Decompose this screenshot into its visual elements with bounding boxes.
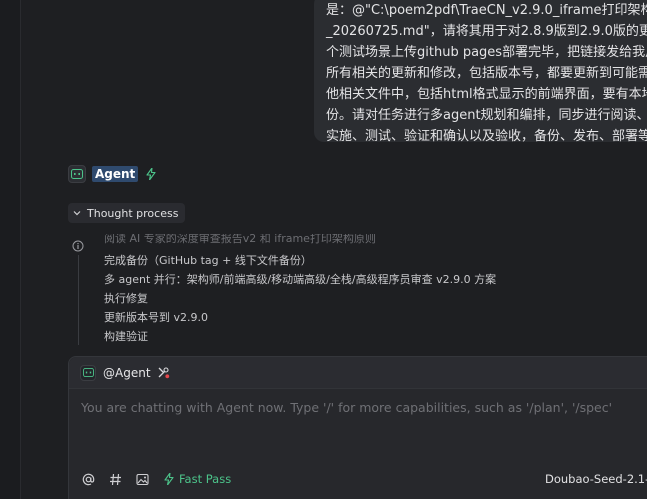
info-circle-icon: [72, 237, 84, 252]
robot-face-icon: [80, 364, 96, 381]
robot-face-icon: [68, 165, 86, 183]
user-message-line: 实施、测试、验证和确认以及验收，备份、发布、部署等完整: [326, 129, 647, 142]
thought-step: 多 agent 并行：架构师/前端高级/移动端高级/全栈/高级程序员审查 v2.…: [104, 273, 497, 286]
at-sign-icon[interactable]: [81, 472, 95, 486]
user-message-line: 份。请对任务进行多agent规划和编排，同步进行阅读、分析: [326, 108, 647, 123]
thought-step: 执行修复: [104, 292, 148, 305]
thought-step: 完成备份（GitHub tag + 线下文件备份）: [104, 254, 312, 267]
agent-header: Agent: [68, 164, 156, 184]
user-message-line: 他相关文件中，包括html格式显示的前端界面，要有本地的版: [326, 87, 647, 102]
thought-timeline-line: [78, 255, 79, 345]
lightning-icon: [164, 473, 174, 485]
chat-input-box[interactable]: @Agent You are chatting with Agent now. …: [68, 356, 647, 499]
image-icon[interactable]: [135, 472, 149, 486]
agent-name[interactable]: Agent: [92, 166, 139, 182]
user-message-line: 是：@"C:\poem2pdf\TraeCN_v2.9.0_iframe打印架构…: [326, 3, 647, 18]
user-message-line: 个测试场景上传github pages部署完毕，把链接发给我用于验: [326, 45, 647, 60]
thought-process-label: Thought process: [87, 206, 179, 220]
fast-pass-label: Fast Pass: [179, 472, 232, 486]
user-message-line: 所有相关的更新和修改，包括版本号，都要更新到可能需要更: [326, 66, 647, 81]
user-message-bubble: 是：@"C:\poem2pdf\TraeCN_v2.9.0_iframe打印架构…: [314, 0, 647, 142]
user-message-line: _20260725.md"，请将其用于对2.8.9版到2.9.0版的更新；修复: [326, 24, 647, 39]
left-rail: [0, 0, 21, 499]
thought-step: 更新版本号到 v2.9.0: [104, 311, 208, 324]
tools-icon[interactable]: [157, 366, 170, 379]
thought-step: 构建验证: [104, 330, 148, 343]
chat-window: 是：@"C:\poem2pdf\TraeCN_v2.9.0_iframe打印架构…: [0, 0, 647, 499]
lightning-icon: [146, 168, 156, 180]
model-selector[interactable]: Doubao-Seed-2.1-Pro: [545, 472, 647, 486]
thought-process-toggle[interactable]: Thought process: [68, 203, 186, 223]
fast-pass-button[interactable]: Fast Pass: [164, 472, 231, 486]
chat-input-placeholder[interactable]: You are chatting with Agent now. Type '/…: [81, 400, 612, 415]
input-mention-bar: @Agent: [69, 357, 647, 389]
input-toolbar: Fast Pass: [81, 469, 231, 489]
chevron-down-icon: [73, 210, 81, 216]
thought-step: 阅读 AI 专家的深度审查报告v2 和 iframe打印架构原则: [104, 234, 376, 244]
hash-icon[interactable]: [108, 472, 122, 486]
mention-agent-label[interactable]: @Agent: [103, 366, 151, 380]
